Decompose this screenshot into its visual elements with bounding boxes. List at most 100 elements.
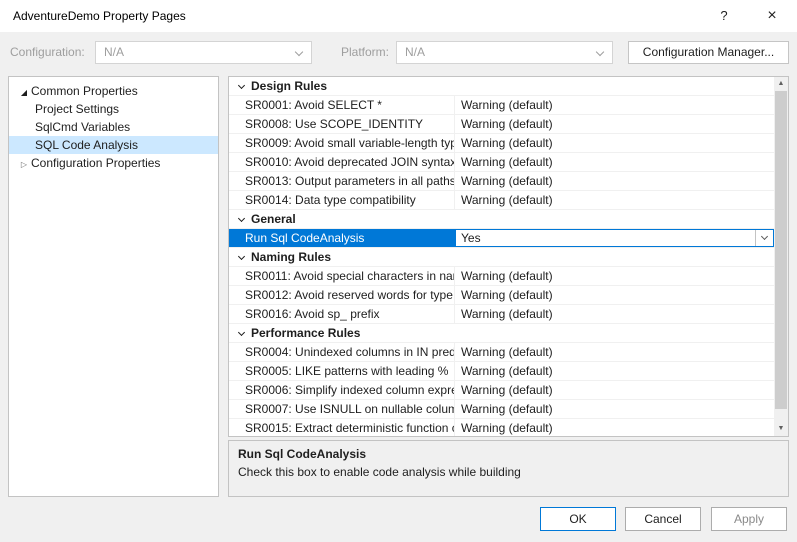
property-value: Warning (default)	[455, 191, 774, 209]
dropdown-button[interactable]	[755, 230, 773, 246]
chevron-down-icon[interactable]	[235, 326, 248, 340]
property-name: SR0015: Extract deterministic function c…	[229, 419, 455, 436]
tree-item-label: Configuration Properties	[31, 156, 160, 170]
tree-item-project-settings[interactable]: Project Settings	[9, 100, 218, 118]
property-row[interactable]: SR0011: Avoid special characters in namW…	[229, 267, 774, 286]
platform-select[interactable]: N/A	[396, 41, 613, 64]
property-row[interactable]: SR0008: Use SCOPE_IDENTITYWarning (defau…	[229, 115, 774, 134]
configuration-manager-button[interactable]: Configuration Manager...	[628, 41, 789, 64]
property-row[interactable]: SR0013: Output parameters in all pathsWa…	[229, 172, 774, 191]
configuration-select[interactable]: N/A	[95, 41, 312, 64]
chevron-down-icon	[761, 233, 768, 240]
property-value: Warning (default)	[455, 96, 774, 114]
tree-item-configuration-properties[interactable]: ▷Configuration Properties	[9, 154, 218, 172]
property-row[interactable]: SR0001: Avoid SELECT *Warning (default)	[229, 96, 774, 115]
property-name: SR0005: LIKE patterns with leading %	[229, 362, 455, 380]
property-value-text: Warning (default)	[461, 421, 553, 435]
titlebar: AdventureDemo Property Pages ? ×	[0, 0, 797, 32]
property-row[interactable]: SR0009: Avoid small variable-length typ W…	[229, 134, 774, 153]
property-value-text: Warning (default)	[461, 307, 553, 321]
apply-button[interactable]: Apply	[711, 507, 787, 531]
property-value-text: Warning (default)	[461, 136, 553, 150]
chevron-glyph	[238, 329, 245, 336]
tree-expanded-icon[interactable]: ◢	[17, 84, 31, 102]
description-text: Check this box to enable code analysis w…	[238, 465, 779, 479]
property-row[interactable]: SR0015: Extract deterministic function c…	[229, 419, 774, 436]
chevron-down-icon	[295, 48, 303, 56]
property-value: Warning (default)	[455, 153, 774, 171]
property-value-text: Warning (default)	[461, 364, 553, 378]
platform-label: Platform:	[341, 41, 389, 64]
chevron-down-icon[interactable]	[235, 79, 248, 93]
scroll-up-icon[interactable]: ▲	[774, 77, 788, 91]
property-grid-rows: Design RulesSR0001: Avoid SELECT *Warnin…	[229, 77, 774, 436]
chevron-down-icon	[596, 48, 604, 56]
chevron-down-icon[interactable]	[235, 212, 248, 226]
property-value-text: Warning (default)	[461, 174, 553, 188]
property-row[interactable]: SR0006: Simplify indexed column expres Wa…	[229, 381, 774, 400]
property-name: SR0010: Avoid deprecated JOIN syntax	[229, 153, 455, 171]
chevron-glyph	[238, 82, 245, 89]
category-row[interactable]: Design Rules	[229, 77, 774, 96]
property-value: Warning (default)	[455, 134, 774, 152]
property-row[interactable]: SR0005: LIKE patterns with leading % Warn…	[229, 362, 774, 381]
property-value-text: Yes	[461, 231, 481, 245]
property-grid: Design RulesSR0001: Avoid SELECT *Warnin…	[228, 76, 789, 437]
property-value: Warning (default)	[455, 362, 774, 380]
property-name: SR0016: Avoid sp_ prefix	[229, 305, 455, 323]
cancel-button[interactable]: Cancel	[625, 507, 701, 531]
help-icon: ?	[720, 8, 727, 23]
property-row[interactable]: SR0012: Avoid reserved words for type nW…	[229, 286, 774, 305]
configuration-label: Configuration:	[10, 41, 85, 64]
platform-value: N/A	[405, 42, 425, 63]
property-value: Warning (default)	[455, 381, 774, 399]
property-value: Warning (default)	[455, 305, 774, 323]
property-row[interactable]: SR0007: Use ISNULL on nullable columnWar…	[229, 400, 774, 419]
chevron-down-icon[interactable]	[235, 250, 248, 264]
category-label: Performance Rules	[251, 324, 360, 342]
property-value-text: Warning (default)	[461, 193, 553, 207]
property-row[interactable]: SR0014: Data type compatibility Warning (…	[229, 191, 774, 210]
property-name: SR0004: Unindexed columns in IN predic	[229, 343, 455, 361]
chevron-glyph	[238, 215, 245, 222]
configuration-value: N/A	[104, 42, 124, 63]
property-value[interactable]: Yes	[455, 229, 774, 247]
property-row[interactable]: Run Sql CodeAnalysis Yes	[229, 229, 774, 248]
help-button[interactable]: ?	[701, 0, 747, 32]
close-button[interactable]: ×	[749, 0, 795, 32]
property-name: SR0014: Data type compatibility	[229, 191, 455, 209]
property-value: Warning (default)	[455, 400, 774, 418]
property-name: SR0011: Avoid special characters in nam	[229, 267, 455, 285]
tree-collapsed-icon[interactable]: ▷	[17, 156, 31, 174]
property-row[interactable]: SR0016: Avoid sp_ prefix Warning (default…	[229, 305, 774, 324]
description-panel: Run Sql CodeAnalysis Check this box to e…	[228, 440, 789, 497]
chevron-glyph	[238, 253, 245, 260]
property-value: Warning (default)	[455, 267, 774, 285]
category-label: Design Rules	[251, 77, 327, 95]
property-row[interactable]: SR0004: Unindexed columns in IN predic Wa…	[229, 343, 774, 362]
property-value-text: Warning (default)	[461, 98, 553, 112]
category-row[interactable]: General	[229, 210, 774, 229]
property-value-text: Warning (default)	[461, 345, 553, 359]
property-value-text: Warning (default)	[461, 288, 553, 302]
category-row[interactable]: Naming Rules	[229, 248, 774, 267]
tree-item-common-properties[interactable]: ◢Common Properties	[9, 82, 218, 100]
property-name: SR0007: Use ISNULL on nullable column	[229, 400, 455, 418]
tree-item-label: Project Settings	[35, 102, 119, 116]
category-row[interactable]: Performance Rules	[229, 324, 774, 343]
property-name: SR0006: Simplify indexed column expres	[229, 381, 455, 399]
scroll-thumb[interactable]	[775, 91, 787, 409]
tree-item-label: SqlCmd Variables	[35, 120, 130, 134]
category-label: General	[251, 210, 296, 228]
tree-item-sql-code-analysis[interactable]: SQL Code Analysis	[9, 136, 218, 154]
ok-button[interactable]: OK	[540, 507, 616, 531]
property-row[interactable]: SR0010: Avoid deprecated JOIN syntaxWarn…	[229, 153, 774, 172]
grid-scrollbar[interactable]: ▲ ▼	[774, 77, 788, 436]
property-name: Run Sql CodeAnalysis	[229, 229, 455, 247]
properties-tree: ◢Common Properties Project Settings SqlCmd…	[8, 76, 219, 497]
tree-item-sqlcmd-variables[interactable]: SqlCmd Variables	[9, 118, 218, 136]
property-name: SR0009: Avoid small variable-length typ	[229, 134, 455, 152]
scroll-down-icon[interactable]: ▼	[774, 422, 788, 436]
category-label: Naming Rules	[251, 248, 331, 266]
property-value-text: Warning (default)	[461, 383, 553, 397]
